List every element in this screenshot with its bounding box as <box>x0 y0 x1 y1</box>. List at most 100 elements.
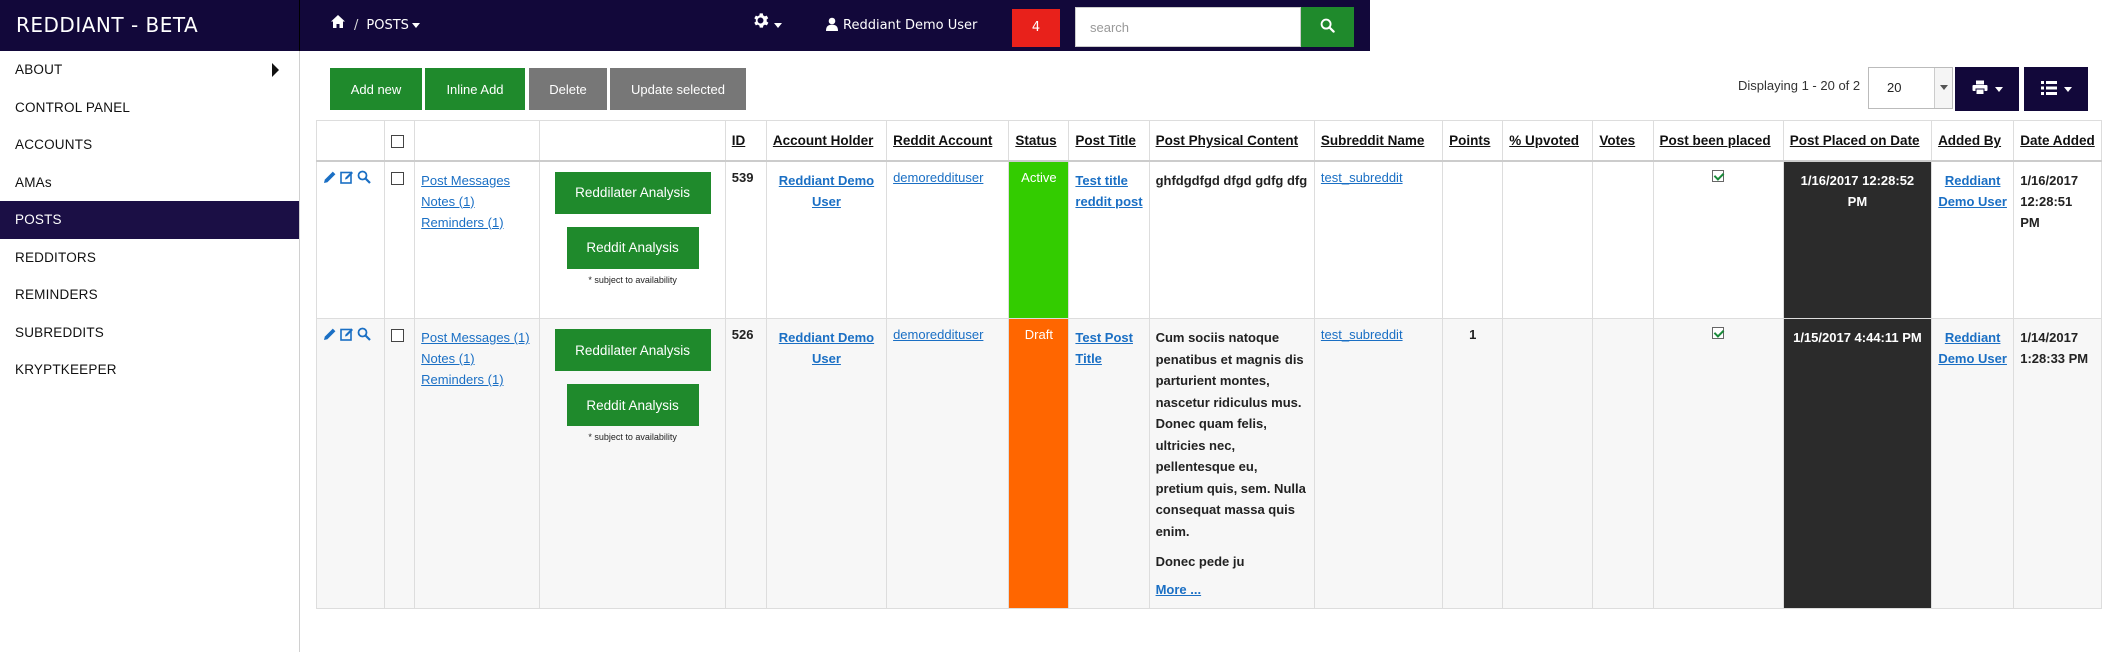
header-votes[interactable]: Votes <box>1592 120 1654 162</box>
cell-account-holder: Reddiant Demo User <box>765 160 888 319</box>
post-content-text: Cum sociis natoque penatibus et magnis d… <box>1155 330 1306 539</box>
header-reddit-account[interactable]: Reddit Account <box>886 120 1010 162</box>
per-page-select[interactable]: 20 <box>1868 67 1953 109</box>
cell-post-been-placed <box>1652 318 1784 609</box>
sidebar-item-about[interactable]: ABOUT <box>0 51 299 89</box>
inline-add-button[interactable]: Inline Add <box>425 68 525 110</box>
chevron-down-icon <box>1934 68 1952 108</box>
notification-badge[interactable]: 4 <box>1012 9 1060 47</box>
cell-post-been-placed <box>1652 160 1784 319</box>
cell-pct-upvoted <box>1502 160 1594 319</box>
cell-post-title: Test Post Title <box>1068 318 1150 609</box>
breadcrumb-posts-dropdown[interactable]: POSTS <box>366 0 420 51</box>
columns-button[interactable] <box>2024 67 2088 111</box>
added-by-link[interactable]: Reddiant Demo User <box>1938 330 2007 366</box>
sidebar-item-amas[interactable]: AMAs <box>0 164 299 202</box>
reddilater-analysis-button[interactable]: Reddilater Analysis <box>554 329 711 371</box>
subreddit-link[interactable]: test_subreddit <box>1321 170 1403 185</box>
cell-post-title: Test title reddit post <box>1068 160 1150 319</box>
header-post-physical-content[interactable]: Post Physical Content <box>1148 120 1315 162</box>
search-button[interactable] <box>1301 7 1354 47</box>
row-checkbox[interactable] <box>391 171 405 185</box>
header-points[interactable]: Points <box>1442 120 1504 162</box>
notes-link[interactable]: Notes (1) <box>421 348 533 369</box>
print-button[interactable] <box>1955 67 2019 111</box>
cell-account-holder: Reddiant Demo User <box>765 318 888 609</box>
cell-post-placed-date: 1/15/2017 4:44:11 PM <box>1782 318 1933 609</box>
header-subreddit-name[interactable]: Subreddit Name <box>1313 120 1444 162</box>
post-messages-link[interactable]: Post Messages (1) <box>421 327 533 348</box>
reminders-link[interactable]: Reminders (1) <box>421 212 533 233</box>
home-icon[interactable] <box>330 0 346 51</box>
post-title-link[interactable]: Test title reddit post <box>1075 173 1142 209</box>
sidebar-item-control-panel[interactable]: CONTROL PANEL <box>0 89 299 127</box>
cell-post-content: Cum sociis natoque penatibus et magnis d… <box>1148 318 1315 609</box>
sidebar-item-reminders[interactable]: REMINDERS <box>0 276 299 314</box>
cell-post-content: ghfdgdfgd dfgd gdfg dfg <box>1148 160 1315 319</box>
reddit-account-link[interactable]: demoreddituser <box>893 327 983 342</box>
reminders-link[interactable]: Reminders (1) <box>421 369 533 390</box>
sidebar-item-subreddits[interactable]: SUBREDDITS <box>0 314 299 352</box>
app-title[interactable]: REDDIANT - BETA <box>0 0 300 51</box>
table-row: Post Messages Notes (1) Reminders (1) Re… <box>315 160 2102 319</box>
header-id[interactable]: ID <box>724 120 767 162</box>
subreddit-link[interactable]: test_subreddit <box>1321 327 1403 342</box>
cell-points: 1 <box>1442 318 1504 609</box>
header-actions <box>315 120 386 162</box>
edit-icon[interactable] <box>340 170 354 187</box>
header-pct-upvoted[interactable]: % Upvoted <box>1502 120 1594 162</box>
search-icon <box>1320 18 1335 36</box>
reddit-account-link[interactable]: demoreddituser <box>893 170 983 185</box>
sidebar-item-posts[interactable]: POSTS <box>0 201 299 239</box>
user-name: Reddiant Demo User <box>843 18 978 33</box>
breadcrumb-current: POSTS <box>366 18 409 33</box>
add-new-button[interactable]: Add new <box>330 68 422 110</box>
row-select <box>384 318 416 609</box>
header-post-placed-on-date[interactable]: Post Placed on Date <box>1782 120 1933 162</box>
select-all-checkbox[interactable] <box>391 134 405 148</box>
print-icon <box>1972 80 1988 98</box>
reddit-analysis-button[interactable]: Reddit Analysis <box>566 384 699 426</box>
header-account-holder[interactable]: Account Holder <box>765 120 888 162</box>
pencil-icon[interactable] <box>323 170 337 187</box>
cell-date-added: 1/16/2017 12:28:51 PM <box>2013 160 2102 319</box>
row-checkbox[interactable] <box>391 329 405 343</box>
reddilater-analysis-button[interactable]: Reddilater Analysis <box>554 171 711 214</box>
sidebar-item-accounts[interactable]: ACCOUNTS <box>0 126 299 164</box>
delete-button[interactable]: Delete <box>529 68 607 110</box>
post-content-continued: Donec pede ju <box>1155 554 1245 569</box>
account-holder-link[interactable]: Reddiant Demo User <box>779 173 874 209</box>
added-by-link[interactable]: Reddiant Demo User <box>1938 173 2007 209</box>
user-menu[interactable]: Reddiant Demo User <box>826 0 977 51</box>
header-post-title[interactable]: Post Title <box>1068 120 1150 162</box>
notes-link[interactable]: Notes (1) <box>421 191 533 212</box>
update-selected-button[interactable]: Update selected <box>610 68 746 110</box>
gear-icon <box>752 0 769 51</box>
header-status[interactable]: Status <box>1008 120 1070 162</box>
header-date-added[interactable]: Date Added <box>2013 120 2102 162</box>
sidebar-item-label: REMINDERS <box>15 287 98 302</box>
pencil-icon[interactable] <box>323 327 337 344</box>
account-holder-link[interactable]: Reddiant Demo User <box>779 330 874 366</box>
search-input[interactable] <box>1075 7 1301 47</box>
post-messages-link[interactable]: Post Messages <box>421 170 533 191</box>
header-added-by[interactable]: Added By <box>1931 120 2015 162</box>
header-post-been-placed[interactable]: Post been placed <box>1652 120 1784 162</box>
search-icon[interactable] <box>357 170 371 187</box>
sidebar-item-label: ABOUT <box>15 62 63 77</box>
settings-menu[interactable] <box>752 0 782 51</box>
breadcrumb-separator: / <box>354 18 359 33</box>
cell-subreddit: test_subreddit <box>1313 318 1444 609</box>
more-link[interactable]: More ... <box>1156 582 1202 597</box>
search-icon[interactable] <box>357 327 371 344</box>
table-header-row: ID Account Holder Reddit Account Status … <box>315 120 2102 162</box>
cell-subreddit: test_subreddit <box>1313 160 1444 319</box>
availability-note: * subject to availability <box>588 274 677 285</box>
edit-icon[interactable] <box>340 327 354 344</box>
sidebar-item-redditors[interactable]: REDDITORS <box>0 239 299 277</box>
sidebar-item-kryptkeeper[interactable]: KRYPTKEEPER <box>0 351 299 389</box>
post-title-link[interactable]: Test Post Title <box>1075 330 1133 366</box>
row-links: Post Messages Notes (1) Reminders (1) <box>414 160 541 319</box>
cell-date-added: 1/14/2017 1:28:33 PM <box>2013 318 2102 609</box>
reddit-analysis-button[interactable]: Reddit Analysis <box>566 226 699 269</box>
